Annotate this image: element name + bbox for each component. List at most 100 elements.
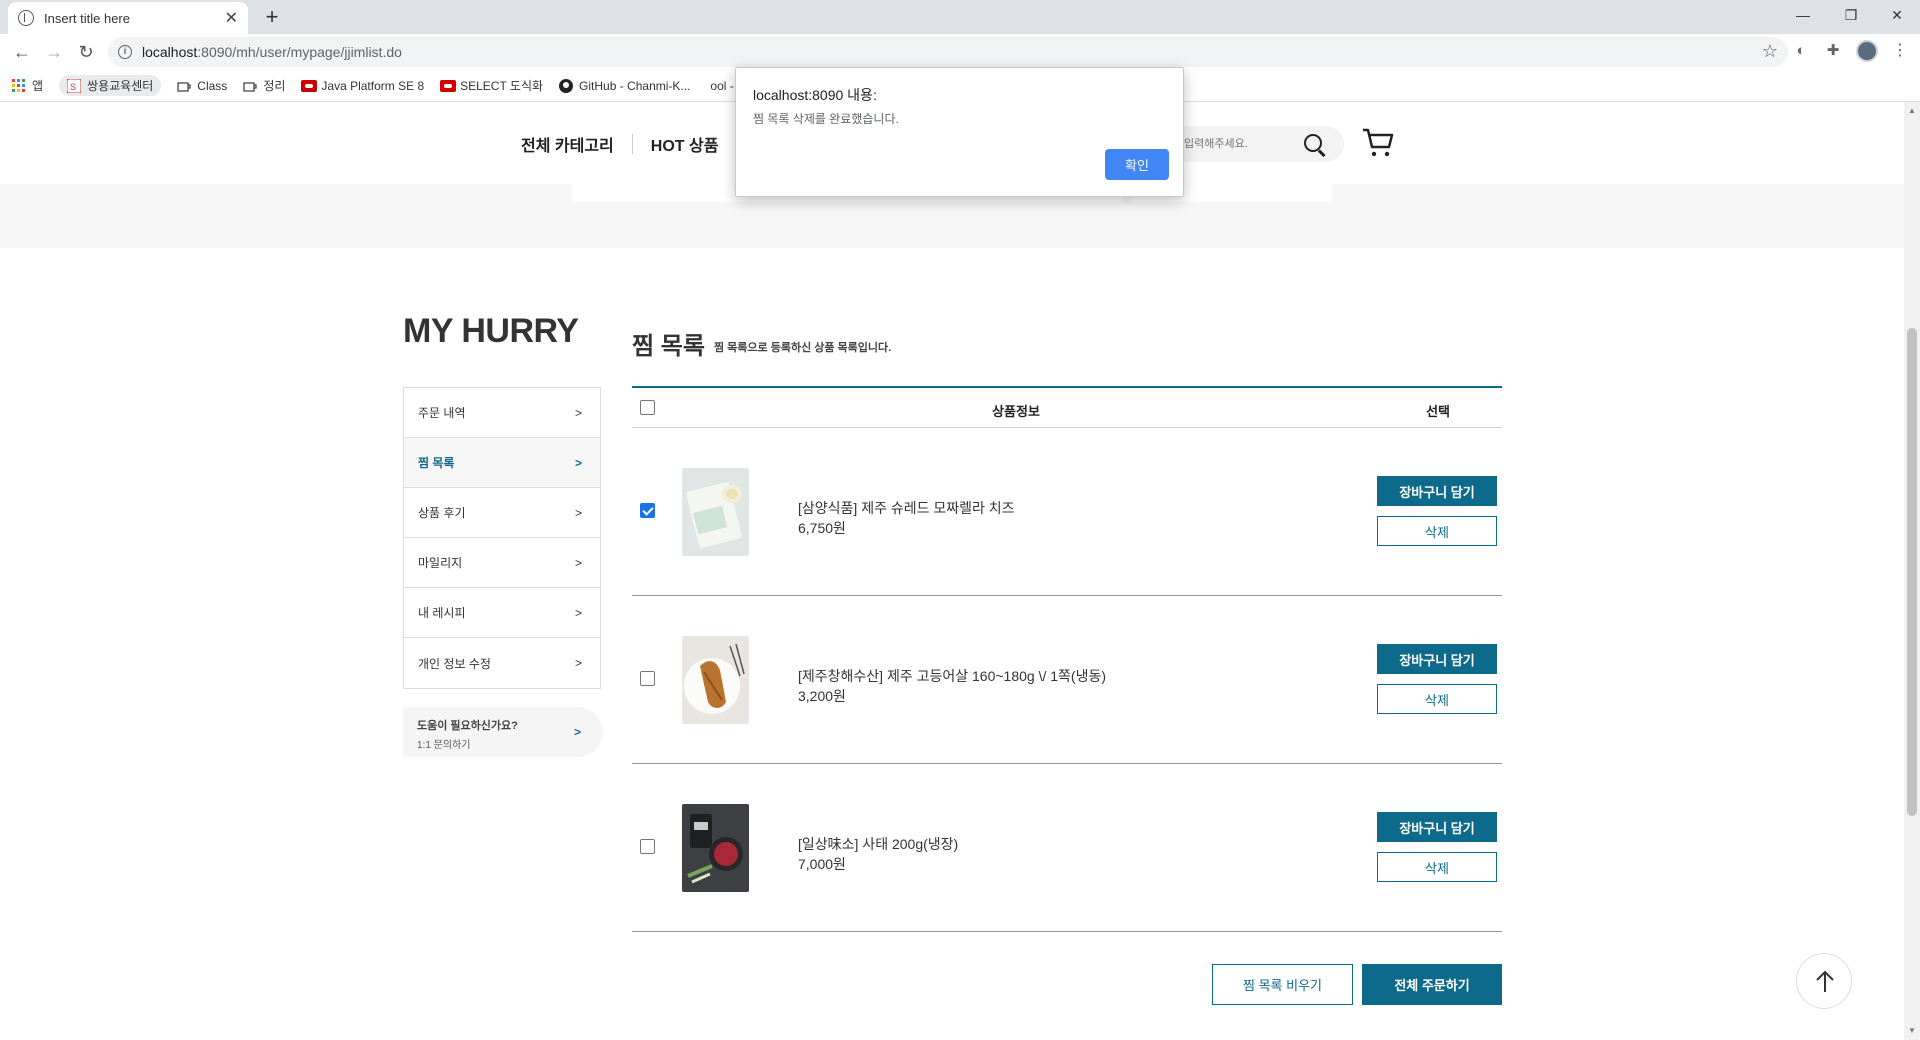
menu-dots-icon[interactable]: ⋮ xyxy=(1892,40,1908,62)
extension-icon[interactable]: ◐ xyxy=(1790,40,1812,62)
add-to-cart-button[interactable]: 장바구니 담기 xyxy=(1377,812,1497,842)
nav-all-categories[interactable]: 전체 카테고리 xyxy=(503,132,632,156)
chevron-right-icon: > xyxy=(574,656,582,670)
apps-grid-icon xyxy=(12,78,26,93)
bookmark-label: GitHub - Chanmi-K... xyxy=(579,78,691,93)
bookmark-apps[interactable]: 앱 xyxy=(12,77,43,94)
checkbox[interactable] xyxy=(640,671,655,686)
close-window-icon[interactable]: ✕ xyxy=(1874,0,1920,30)
scroll-up-icon[interactable]: ▲ xyxy=(1904,104,1920,118)
product-name[interactable]: [일상味소] 사태 200g(냉장) xyxy=(798,834,958,854)
bookmark-java[interactable]: Java Platform SE 8 xyxy=(301,79,424,93)
bookmark-select[interactable]: SELECT 도식화 xyxy=(440,77,543,94)
restore-icon[interactable]: ❐ xyxy=(1828,0,1874,30)
order-all-button[interactable]: 전체 주문하기 xyxy=(1362,964,1502,1005)
mypage-title: MY HURRY xyxy=(403,312,579,350)
product-image-cheese[interactable] xyxy=(682,468,749,556)
chevron-right-icon: > xyxy=(573,725,581,739)
back-icon[interactable]: ← xyxy=(10,40,34,64)
checkbox[interactable] xyxy=(640,503,655,518)
select-all-checkbox[interactable] xyxy=(640,400,655,418)
sidebar-item-label: 마일리지 xyxy=(418,556,463,570)
clear-wishlist-button[interactable]: 찜 목록 비우기 xyxy=(1212,964,1353,1005)
alert-ok-button[interactable]: 확인 xyxy=(1105,149,1169,180)
tab-title: Insert title here xyxy=(44,10,130,26)
add-to-cart-button[interactable]: 장바구니 담기 xyxy=(1377,476,1497,506)
bookmark-ssangyong[interactable]: S 쌍용교육센터 xyxy=(59,75,162,96)
page-subtitle: 찜 목록으로 등록하신 상품 목록입니다. xyxy=(714,342,892,354)
bookmark-notes[interactable]: 정리 xyxy=(243,77,285,94)
product-image-beef[interactable] xyxy=(682,804,749,892)
product-image-mackerel[interactable] xyxy=(682,636,749,724)
sidebar-item-mileage[interactable]: 마일리지 > xyxy=(404,538,600,588)
alert-dialog: localhost:8090 내용: 찜 목록 삭제를 완료했습니다. 확인 xyxy=(735,67,1184,197)
minimize-icon[interactable]: — xyxy=(1780,0,1826,30)
sidebar-item-profile[interactable]: 개인 정보 수정 > xyxy=(404,638,600,688)
alert-title: localhost:8090 내용: xyxy=(753,87,877,103)
row-checkbox[interactable] xyxy=(640,503,655,523)
search-icon[interactable] xyxy=(1304,134,1322,152)
site-icon: S xyxy=(66,78,82,93)
bookmark-github[interactable]: GitHub - Chanmi-K... xyxy=(559,78,691,93)
info-icon[interactable]: i xyxy=(118,45,132,59)
checkbox[interactable] xyxy=(640,839,655,854)
puzzle-icon[interactable]: ✚ xyxy=(1822,40,1844,62)
table-row: [삼양식품] 제주 슈레드 모짜렐라 치즈 6,750원 장바구니 담기 삭제 xyxy=(632,428,1502,596)
sidebar-item-label: 찜 목록 xyxy=(418,456,455,470)
wishlist-table: 상품정보 선택 [삼양식품] 제주 슈레드 모짜렐라 치즈 6,750원 장바구… xyxy=(632,386,1502,932)
row-checkbox[interactable] xyxy=(640,839,655,859)
class-icon xyxy=(177,79,191,93)
wishlist-actions: 찜 목록 비우기 전체 주문하기 xyxy=(1212,964,1502,1005)
globe-icon xyxy=(18,10,34,26)
page-scrollbar[interactable]: ▲ ▼ xyxy=(1904,102,1920,1040)
bookmark-label: 정리 xyxy=(263,79,286,93)
sidebar-item-orders[interactable]: 주문 내역 > xyxy=(404,388,600,438)
nav-hot-products[interactable]: HOT 상품 xyxy=(633,132,737,156)
tab-close-icon[interactable]: ✕ xyxy=(225,8,238,28)
bookmark-label: 쌍용교육센터 xyxy=(87,79,154,93)
sidebar-item-label: 주문 내역 xyxy=(418,406,466,420)
sidebar-item-reviews[interactable]: 상품 후기 > xyxy=(404,488,600,538)
forward-icon[interactable]: → xyxy=(42,40,66,64)
chevron-right-icon: > xyxy=(574,605,582,620)
sidebar-item-label: 상품 후기 xyxy=(418,506,466,520)
product-price: 7,000원 xyxy=(798,856,846,872)
delete-button[interactable]: 삭제 xyxy=(1377,684,1497,714)
cart-icon[interactable] xyxy=(1362,128,1394,158)
sidebar-item-recipes[interactable]: 내 레시피 > xyxy=(404,588,600,638)
table-row: [제주창해수산] 제주 고등어살 160~180g \/ 1쪽(냉동) 3,20… xyxy=(632,596,1502,764)
delete-button[interactable]: 삭제 xyxy=(1377,516,1497,546)
url-field[interactable]: i localhost:8090/mh/user/mypage/jjimlist… xyxy=(108,37,1788,67)
new-tab-button[interactable]: + xyxy=(258,4,286,32)
browser-tab[interactable]: Insert title here ✕ xyxy=(8,2,248,34)
scroll-down-icon[interactable]: ▼ xyxy=(1904,1024,1920,1038)
bookmark-label: Class xyxy=(197,78,228,93)
chevron-right-icon: > xyxy=(574,405,582,420)
github-icon xyxy=(559,78,574,93)
chevron-right-icon: > xyxy=(574,555,582,570)
profile-avatar[interactable] xyxy=(1856,40,1878,62)
delete-button[interactable]: 삭제 xyxy=(1377,852,1497,882)
sidebar-menu: 주문 내역 > 찜 목록 > 상품 후기 > 마일리지 > 내 레시피 > 개인 정보 수… xyxy=(403,387,601,689)
search-input[interactable] xyxy=(1184,138,1294,150)
scrollbar-thumb[interactable] xyxy=(1907,328,1917,816)
browser-tab-strip: Insert title here ✕ + — ❐ ✕ xyxy=(0,0,1920,34)
star-icon[interactable]: ☆ xyxy=(1762,41,1778,62)
sidebar-item-wishlist[interactable]: 찜 목록 > xyxy=(404,438,600,488)
reload-icon[interactable]: ↻ xyxy=(74,40,98,64)
chevron-right-icon: > xyxy=(574,455,582,470)
bookmark-class[interactable]: Class xyxy=(177,79,227,93)
product-name[interactable]: [삼양식품] 제주 슈레드 모짜렐라 치즈 xyxy=(798,498,1015,518)
oracle-icon xyxy=(440,79,457,93)
notes-icon xyxy=(243,79,257,93)
product-name[interactable]: [제주창해수산] 제주 고등어살 160~180g \/ 1쪽(냉동) xyxy=(798,666,1106,686)
add-to-cart-button[interactable]: 장바구니 담기 xyxy=(1377,644,1497,674)
help-inquiry-button[interactable]: 도움이 필요하신가요? 1:1 문의하기 > xyxy=(403,707,603,757)
help-title: 도움이 필요하신가요? xyxy=(417,720,518,732)
checkbox[interactable] xyxy=(640,400,655,415)
row-checkbox[interactable] xyxy=(640,671,655,691)
sidebar-item-label: 개인 정보 수정 xyxy=(418,656,491,671)
scroll-to-top-button[interactable] xyxy=(1796,953,1852,1009)
bookmark-label: Java Platform SE 8 xyxy=(321,78,425,93)
address-toolbar: ← → ↻ i localhost:8090/mh/user/mypage/jj… xyxy=(0,34,1920,70)
